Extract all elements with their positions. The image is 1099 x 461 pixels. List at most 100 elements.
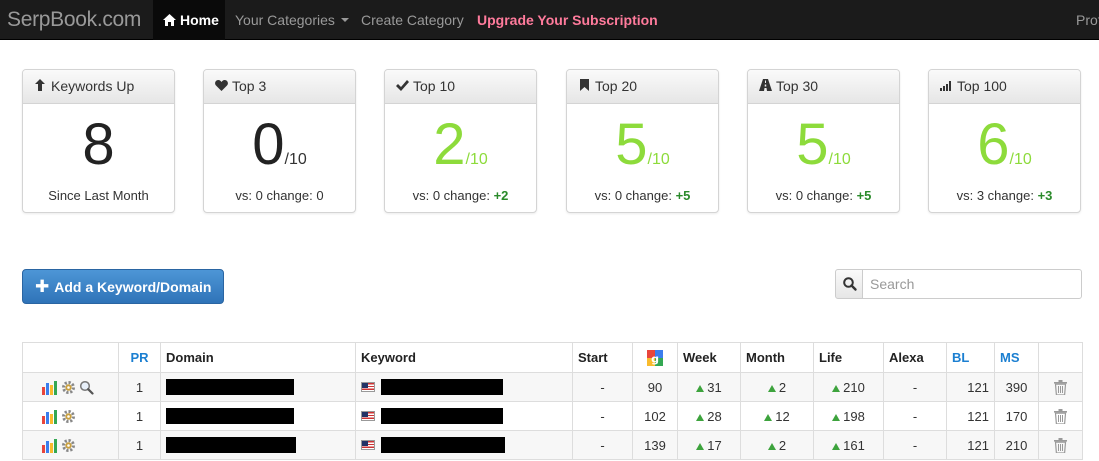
card-header: Top 30 [748, 70, 899, 104]
arrow-up-icon [832, 413, 841, 421]
bar-chart-icon[interactable] [42, 439, 58, 454]
cell-bl: 121 [946, 430, 995, 460]
header-week[interactable]: Week [677, 342, 741, 373]
card-title: Top 20 [595, 78, 638, 94]
card-footer: vs: 3 change: +3 [929, 188, 1080, 203]
gear-icon[interactable] [61, 438, 76, 453]
cell-life: 210 [813, 372, 884, 402]
cell-month: 2 [740, 430, 814, 460]
arrow-up-icon [767, 384, 776, 392]
card-change: +3 [1037, 188, 1053, 203]
header-pr[interactable]: PR [118, 342, 161, 373]
trash-icon[interactable] [1054, 380, 1067, 396]
card-value: 8 [82, 112, 115, 177]
svg-text:g: g [651, 352, 659, 365]
card-footer: vs: 0 change: 0 [235, 188, 324, 203]
header-life[interactable]: Life [813, 342, 884, 373]
home-icon [163, 1, 176, 41]
nav-home[interactable]: Home [153, 0, 225, 40]
cell-month: 12 [740, 401, 814, 431]
signal-icon [939, 71, 953, 104]
header-bl[interactable]: BL [946, 342, 995, 373]
card-title: Top 10 [413, 78, 456, 94]
card-keywords-up: Keywords Up 8 Since Last Month [22, 69, 175, 213]
keywords-table: PR Domain Keyword Start g Week Month Lif… [22, 342, 1083, 460]
search-input[interactable] [862, 269, 1082, 299]
nav-create-category[interactable]: Create Category [361, 0, 464, 40]
nav-upgrade-subscription[interactable]: Upgrade Your Subscription [477, 0, 658, 40]
card-value: 6 [977, 112, 1010, 177]
search-icon[interactable] [835, 269, 863, 299]
header-domain[interactable]: Domain [160, 342, 356, 373]
cell-week: 17 [677, 430, 741, 460]
redacted-keyword [381, 408, 503, 425]
arrow-up-icon [832, 442, 841, 450]
bar-chart-icon[interactable] [42, 381, 58, 396]
arrow-up-icon [33, 71, 47, 104]
month-value: 2 [778, 437, 787, 453]
cell-keyword [355, 430, 573, 460]
header-alexa[interactable]: Alexa [883, 342, 947, 373]
card-value: 5 [796, 112, 829, 177]
card-top-3: Top 3 0/10 vs: 0 change: 0 [203, 69, 356, 213]
us-flag-icon [361, 382, 375, 393]
magnifier-icon[interactable] [79, 380, 94, 395]
brand-logo[interactable]: SerpBook.com [7, 8, 141, 32]
table-row: 1 - 90 31 2 210 - 121 390 [22, 372, 1083, 402]
cell-pr: 1 [118, 401, 161, 431]
trash-icon[interactable] [1054, 409, 1067, 425]
gear-icon[interactable] [61, 409, 76, 424]
header-keyword[interactable]: Keyword [355, 342, 573, 373]
card-header: Top 3 [204, 70, 355, 104]
header-google[interactable]: g [632, 342, 678, 373]
table-row: 1 - 139 17 2 161 - 121 210 [22, 430, 1083, 460]
trash-icon[interactable] [1054, 438, 1067, 454]
cell-keyword [355, 401, 573, 431]
card-value: 2 [433, 112, 466, 177]
card-header: Keywords Up [23, 70, 174, 104]
nav-profile[interactable]: Prof [1076, 0, 1099, 40]
cell-alexa: - [883, 401, 947, 431]
cell-month: 2 [740, 372, 814, 402]
card-change: +5 [675, 188, 691, 203]
bar-chart-icon[interactable] [42, 410, 58, 425]
cell-week: 28 [677, 401, 741, 431]
life-value: 161 [843, 437, 865, 453]
add-keyword-domain-button[interactable]: ✚ Add a Keyword/Domain [22, 269, 224, 304]
arrow-up-icon [832, 384, 841, 392]
card-denominator: /10 [828, 151, 851, 168]
bookmark-icon [577, 71, 591, 104]
keywords-table-wrapper: PR Domain Keyword Start g Week Month Lif… [22, 342, 1083, 460]
header-ms[interactable]: MS [994, 342, 1039, 373]
row-actions [22, 401, 119, 431]
top-navbar: SerpBook.com Home Your Categories Create… [0, 0, 1099, 40]
redacted-keyword [381, 437, 505, 454]
card-top-20: Top 20 5/10 vs: 0 change: +5 [566, 69, 719, 213]
card-value: 0 [252, 112, 285, 177]
checkmark-icon [395, 71, 409, 104]
header-month[interactable]: Month [740, 342, 814, 373]
row-actions [22, 430, 119, 460]
cell-domain [160, 372, 356, 402]
us-flag-icon [361, 440, 375, 451]
arrow-up-icon [696, 384, 705, 392]
card-title: Top 30 [776, 78, 819, 94]
cell-domain [160, 430, 356, 460]
gear-icon[interactable] [61, 380, 76, 395]
cell-alexa: - [883, 430, 947, 460]
card-footer-text: vs: 3 change: [956, 188, 1038, 203]
cell-life: 161 [813, 430, 884, 460]
cell-life: 198 [813, 401, 884, 431]
road-icon [758, 71, 772, 104]
card-denominator: /10 [647, 151, 670, 168]
us-flag-icon [361, 411, 375, 422]
nav-your-categories[interactable]: Your Categories [235, 0, 349, 40]
card-denominator: /10 [1009, 151, 1032, 168]
card-change: +2 [493, 188, 509, 203]
card-footer-text: vs: 0 change: [775, 188, 857, 203]
card-title: Keywords Up [51, 78, 135, 94]
card-footer: Since Last Month [48, 188, 149, 203]
header-start[interactable]: Start [572, 342, 633, 373]
card-title: Top 100 [957, 78, 1007, 94]
cell-delete [1038, 372, 1083, 402]
